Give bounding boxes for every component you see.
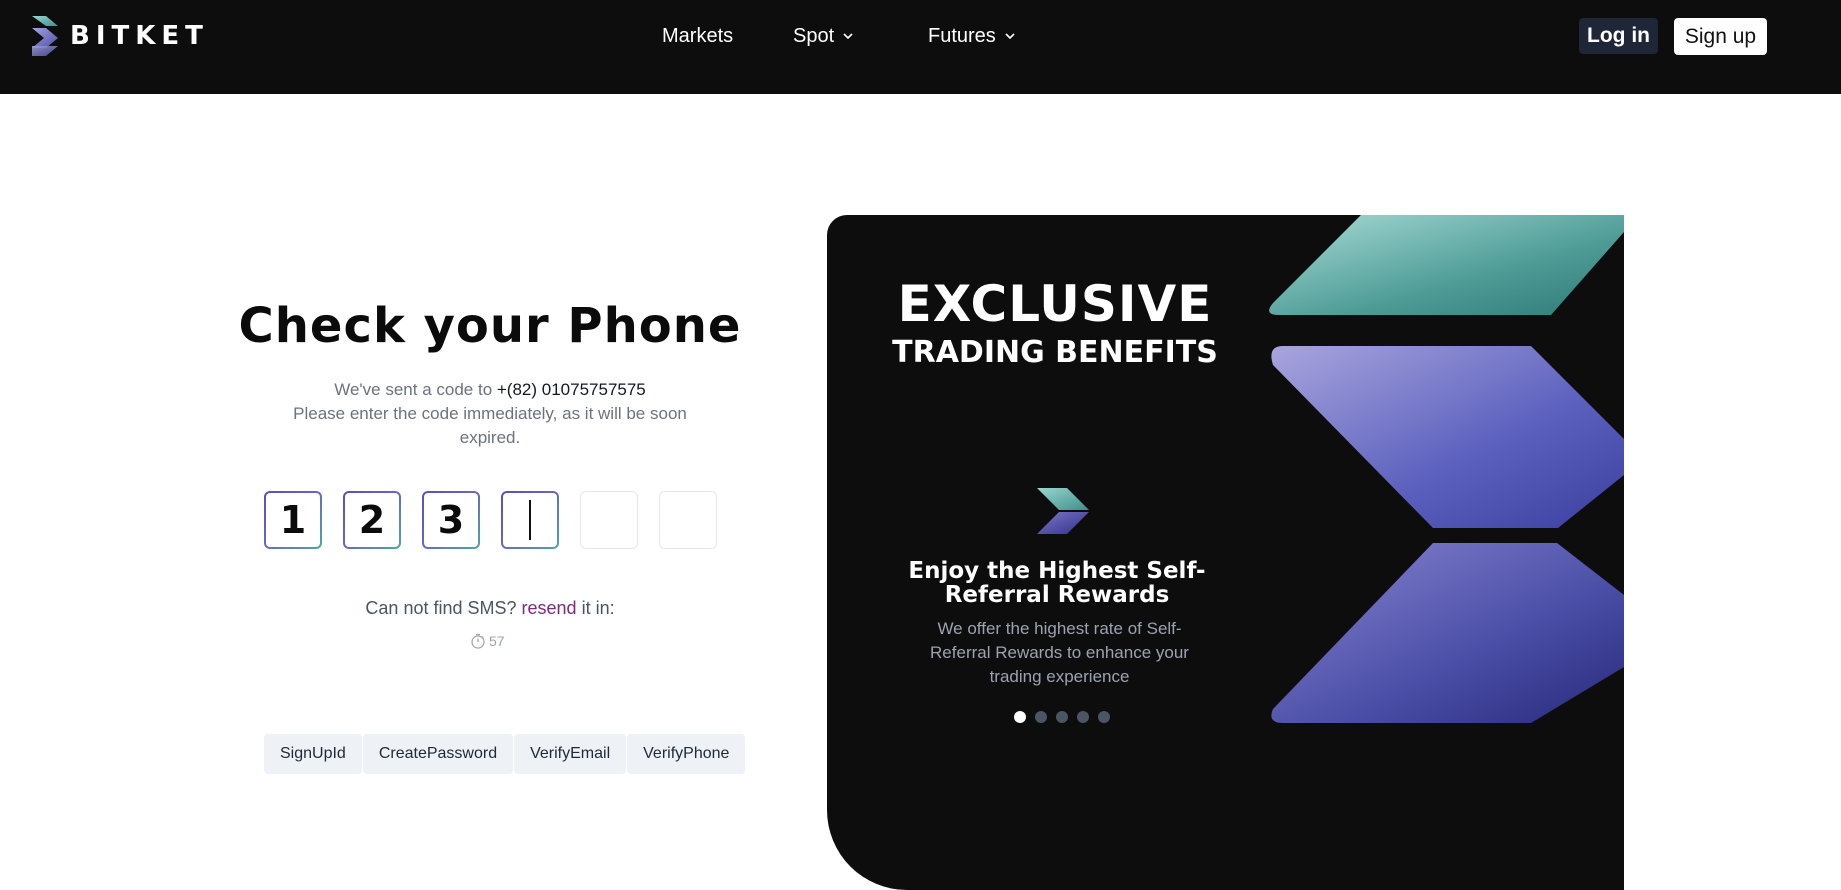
step-signupid-button[interactable]: SignUpId [264,734,362,774]
brand-name: BITKET [70,21,209,51]
countdown-seconds: 57 [489,633,505,649]
decorative-chevron-shapes [1269,215,1624,723]
signup-button[interactable]: Sign up [1674,18,1767,55]
sms-suffix-text: it in: [576,598,615,618]
carousel-dot-3[interactable] [1056,711,1068,723]
carousel-dot-4[interactable] [1077,711,1089,723]
step-createpassword-button[interactable]: CreatePassword [362,734,514,774]
carousel-dot-5[interactable] [1098,711,1110,723]
debug-step-buttons: SignUpId CreatePassword VerifyEmail Veri… [264,734,746,774]
carousel-dot-2[interactable] [1035,711,1047,723]
nav-futures-dropdown[interactable]: Futures [928,22,1015,50]
logo-chevron-icon [32,16,58,56]
top-nav-bar: BITKET Markets Spot Futures Log in Sign … [0,0,1841,94]
chevron-down-icon [843,33,853,40]
expiry-instruction: Please enter the code immediately, as it… [293,404,687,447]
resend-link[interactable]: resend [522,598,577,618]
step-verifyphone-button[interactable]: VerifyPhone [627,734,746,774]
nav-spot-dropdown[interactable]: Spot [793,22,853,50]
resend-prompt: Can not find SMS? resend it in: [340,598,640,619]
verification-description: We've sent a code to +(82) 01075757575 P… [270,378,710,450]
nav-markets[interactable]: Markets [662,22,733,50]
countdown-timer: 57 [470,633,505,649]
stopwatch-icon [471,633,485,649]
code-digit-2[interactable]: 2 [343,491,401,549]
sent-code-text: We've sent a code to [334,380,497,399]
nav-markets-label: Markets [662,24,734,47]
chevron-down-icon [1005,33,1015,40]
page-title: Check your Phone [238,298,742,354]
nav-spot-label: Spot [793,24,835,47]
brand-logo[interactable]: BITKET [32,16,209,56]
promo-subheading: TRADING BENEFITS [892,335,1218,370]
code-digit-5[interactable] [580,491,638,549]
code-digit-3[interactable]: 3 [422,491,480,549]
text-cursor [529,500,531,540]
carousel-dot-1[interactable] [1014,711,1026,723]
login-button[interactable]: Log in [1579,18,1658,54]
code-digit-6[interactable] [659,491,717,549]
code-digit-4[interactable] [501,491,559,549]
carousel-pagination [1014,711,1119,723]
code-digit-1[interactable]: 1 [264,491,322,549]
phone-number: +(82) 01075757575 [496,380,646,399]
step-verifyemail-button[interactable]: VerifyEmail [514,734,627,774]
brand-chevron-icon [1037,488,1089,534]
slide-title: Enjoy the Highest Self-Referral Rewards [908,558,1206,608]
sms-not-found-text: Can not find SMS? [365,598,522,618]
promo-heading: EXCLUSIVE [897,275,1213,333]
nav-futures-label: Futures [928,24,996,47]
promo-carousel: EXCLUSIVE TRADING BENEFITS Enjoy the Hig… [827,215,1624,890]
slide-description: We offer the highest rate of Self-Referr… [930,619,1189,686]
